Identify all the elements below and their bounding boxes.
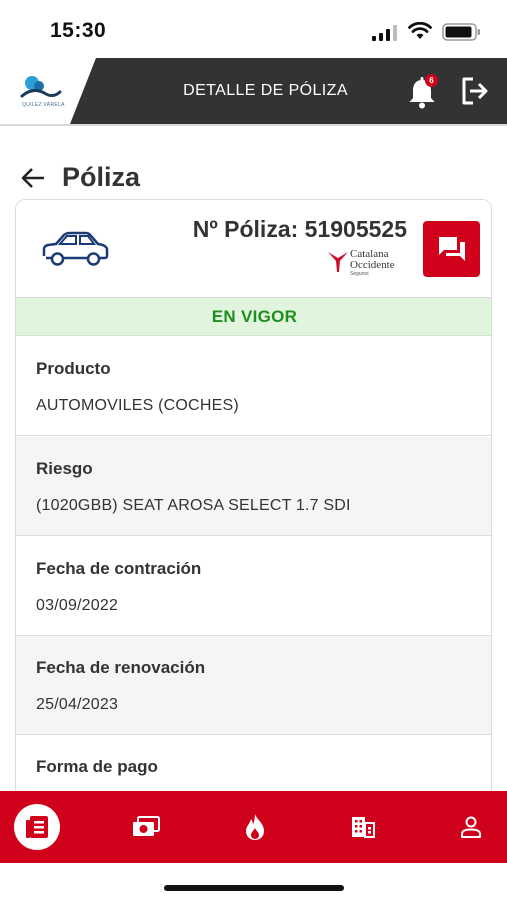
field-forma-de-pago: Forma de pago: [16, 735, 491, 798]
field-label: Forma de pago: [36, 757, 158, 776]
bottom-tab-bar: [0, 791, 507, 863]
policies-icon: [26, 816, 48, 838]
policy-card-header: Nº Póliza: 51905525 Catalana Occidente S…: [16, 200, 491, 298]
home-indicator[interactable]: [164, 885, 344, 891]
car-icon: [42, 231, 109, 266]
field-value: AUTOMOVILES (COCHES): [36, 397, 239, 414]
logout-icon[interactable]: [460, 76, 490, 106]
battery-icon: [442, 23, 480, 41]
page-title: Póliza: [62, 162, 141, 192]
money-icon: [133, 816, 160, 836]
field-value: 25/04/2023: [36, 696, 119, 713]
field-fecha-contratacion: Fecha de contración 03/09/2022: [16, 537, 491, 636]
tab-claims[interactable]: [225, 791, 285, 863]
wifi-icon: [408, 22, 432, 39]
home-indicator-area: [0, 863, 507, 900]
tab-policies[interactable]: [7, 791, 67, 863]
policy-card: Nº Póliza: 51905525 Catalana Occidente S…: [15, 199, 492, 799]
fire-icon: [246, 814, 264, 840]
building-icon: [352, 817, 375, 838]
chat-icon: [438, 237, 465, 261]
app-header: QUILEZ VARELA DETALLE DE PÓLIZA: [0, 58, 507, 126]
policy-status-text: EN VIGOR: [211, 307, 298, 326]
field-producto: Producto AUTOMOVILES (COCHES): [16, 337, 491, 436]
user-icon: [461, 816, 481, 838]
field-label: Fecha de renovación: [36, 658, 206, 677]
tab-payments[interactable]: [116, 791, 176, 863]
insurer-name-line2: Occidente: [350, 259, 395, 271]
insurer-subtitle: Seguros: [350, 271, 369, 277]
insurer-mark-icon: [328, 252, 348, 272]
tab-profile[interactable]: [441, 791, 501, 863]
chat-button[interactable]: [423, 221, 480, 277]
insurer-logo: Catalana Occidente Seguros: [328, 248, 418, 280]
policy-status-badge: EN VIGOR: [16, 298, 491, 336]
status-bar: 15:30: [0, 0, 507, 58]
status-time: 15:30: [50, 19, 107, 42]
back-arrow-icon[interactable]: [20, 166, 46, 190]
field-value: (1020GBB) SEAT AROSA SELECT 1.7 SDI: [36, 497, 351, 514]
field-label: Fecha de contración: [36, 559, 202, 578]
logo-text: QUILEZ VARELA: [22, 102, 65, 108]
field-label: Riesgo: [36, 459, 93, 478]
field-fecha-renovacion: Fecha de renovación 25/04/2023: [16, 636, 491, 735]
field-value: 03/09/2022: [36, 597, 119, 614]
field-label: Producto: [36, 359, 111, 378]
insurer-name: Catalana Occidente: [350, 249, 395, 271]
tab-buildings[interactable]: [333, 791, 393, 863]
page-title-row: Póliza: [20, 160, 480, 196]
cellular-signal-icon: [372, 25, 397, 41]
notification-badge: 6: [425, 74, 438, 87]
field-riesgo: Riesgo (1020GBB) SEAT AROSA SELECT 1.7 S…: [16, 437, 491, 536]
policy-number: Nº Póliza: 51905525: [192, 216, 407, 242]
tab-active-indicator: [14, 804, 60, 850]
